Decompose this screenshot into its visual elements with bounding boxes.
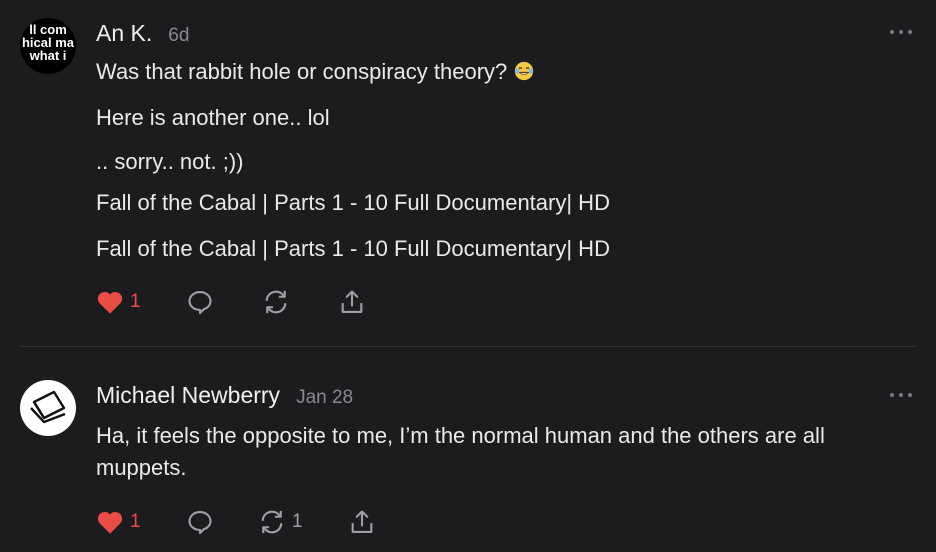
comment-text: Ha, it feels the opposite to me, I’m the… (96, 423, 825, 480)
share-icon (341, 290, 363, 313)
comment-header: An K. 6d (96, 20, 189, 47)
comment-header: Michael Newberry Jan 28 (96, 382, 353, 409)
comment-text-line: Was that rabbit hole or conspiracy theor… (96, 59, 535, 85)
reply-icon (188, 291, 212, 315)
author-name[interactable]: Michael Newberry (96, 382, 280, 409)
reply-button[interactable] (186, 287, 214, 317)
avatar-michael-newberry[interactable] (20, 380, 76, 436)
logo-icon (30, 390, 66, 424)
comment-text: Was that rabbit hole or conspiracy theor… (96, 59, 508, 84)
comment-text-line: Here is another one.. lol (96, 105, 330, 130)
like-button[interactable]: 1 (96, 507, 141, 537)
avatar-an-k[interactable]: ll com hical ma what i (20, 18, 76, 74)
restack-button[interactable] (262, 287, 290, 317)
heart-icon (97, 511, 123, 534)
timestamp[interactable]: 6d (168, 25, 189, 47)
share-icon (351, 510, 373, 533)
share-button[interactable] (348, 507, 376, 537)
reply-icon (188, 511, 212, 535)
like-count: 1 (130, 291, 141, 312)
author-name[interactable]: An K. (96, 20, 152, 47)
avatar-text: ll com hical ma what i (20, 23, 76, 62)
timestamp[interactable]: Jan 28 (296, 387, 353, 409)
restack-count: 1 (292, 511, 303, 532)
restack-button[interactable]: 1 (258, 507, 303, 537)
share-button[interactable] (338, 287, 366, 317)
restack-icon (265, 290, 287, 314)
restack-icon (261, 510, 283, 534)
laughing-tears-emoji (515, 61, 534, 81)
avatar-text-line: what i (29, 48, 67, 63)
heart-icon (97, 291, 123, 314)
like-button[interactable]: 1 (96, 287, 141, 317)
more-icon[interactable] (890, 391, 912, 399)
more-icon[interactable] (890, 28, 912, 36)
comment-text-line: .. sorry.. not. ;)) (96, 149, 244, 174)
comment-link[interactable]: Fall of the Cabal | Parts 1 - 10 Full Do… (96, 190, 610, 216)
comment-link[interactable]: Fall of the Cabal | Parts 1 - 10 Full Do… (96, 236, 610, 262)
reply-button[interactable] (186, 507, 214, 537)
comment-divider (20, 346, 916, 347)
like-count: 1 (130, 511, 141, 532)
